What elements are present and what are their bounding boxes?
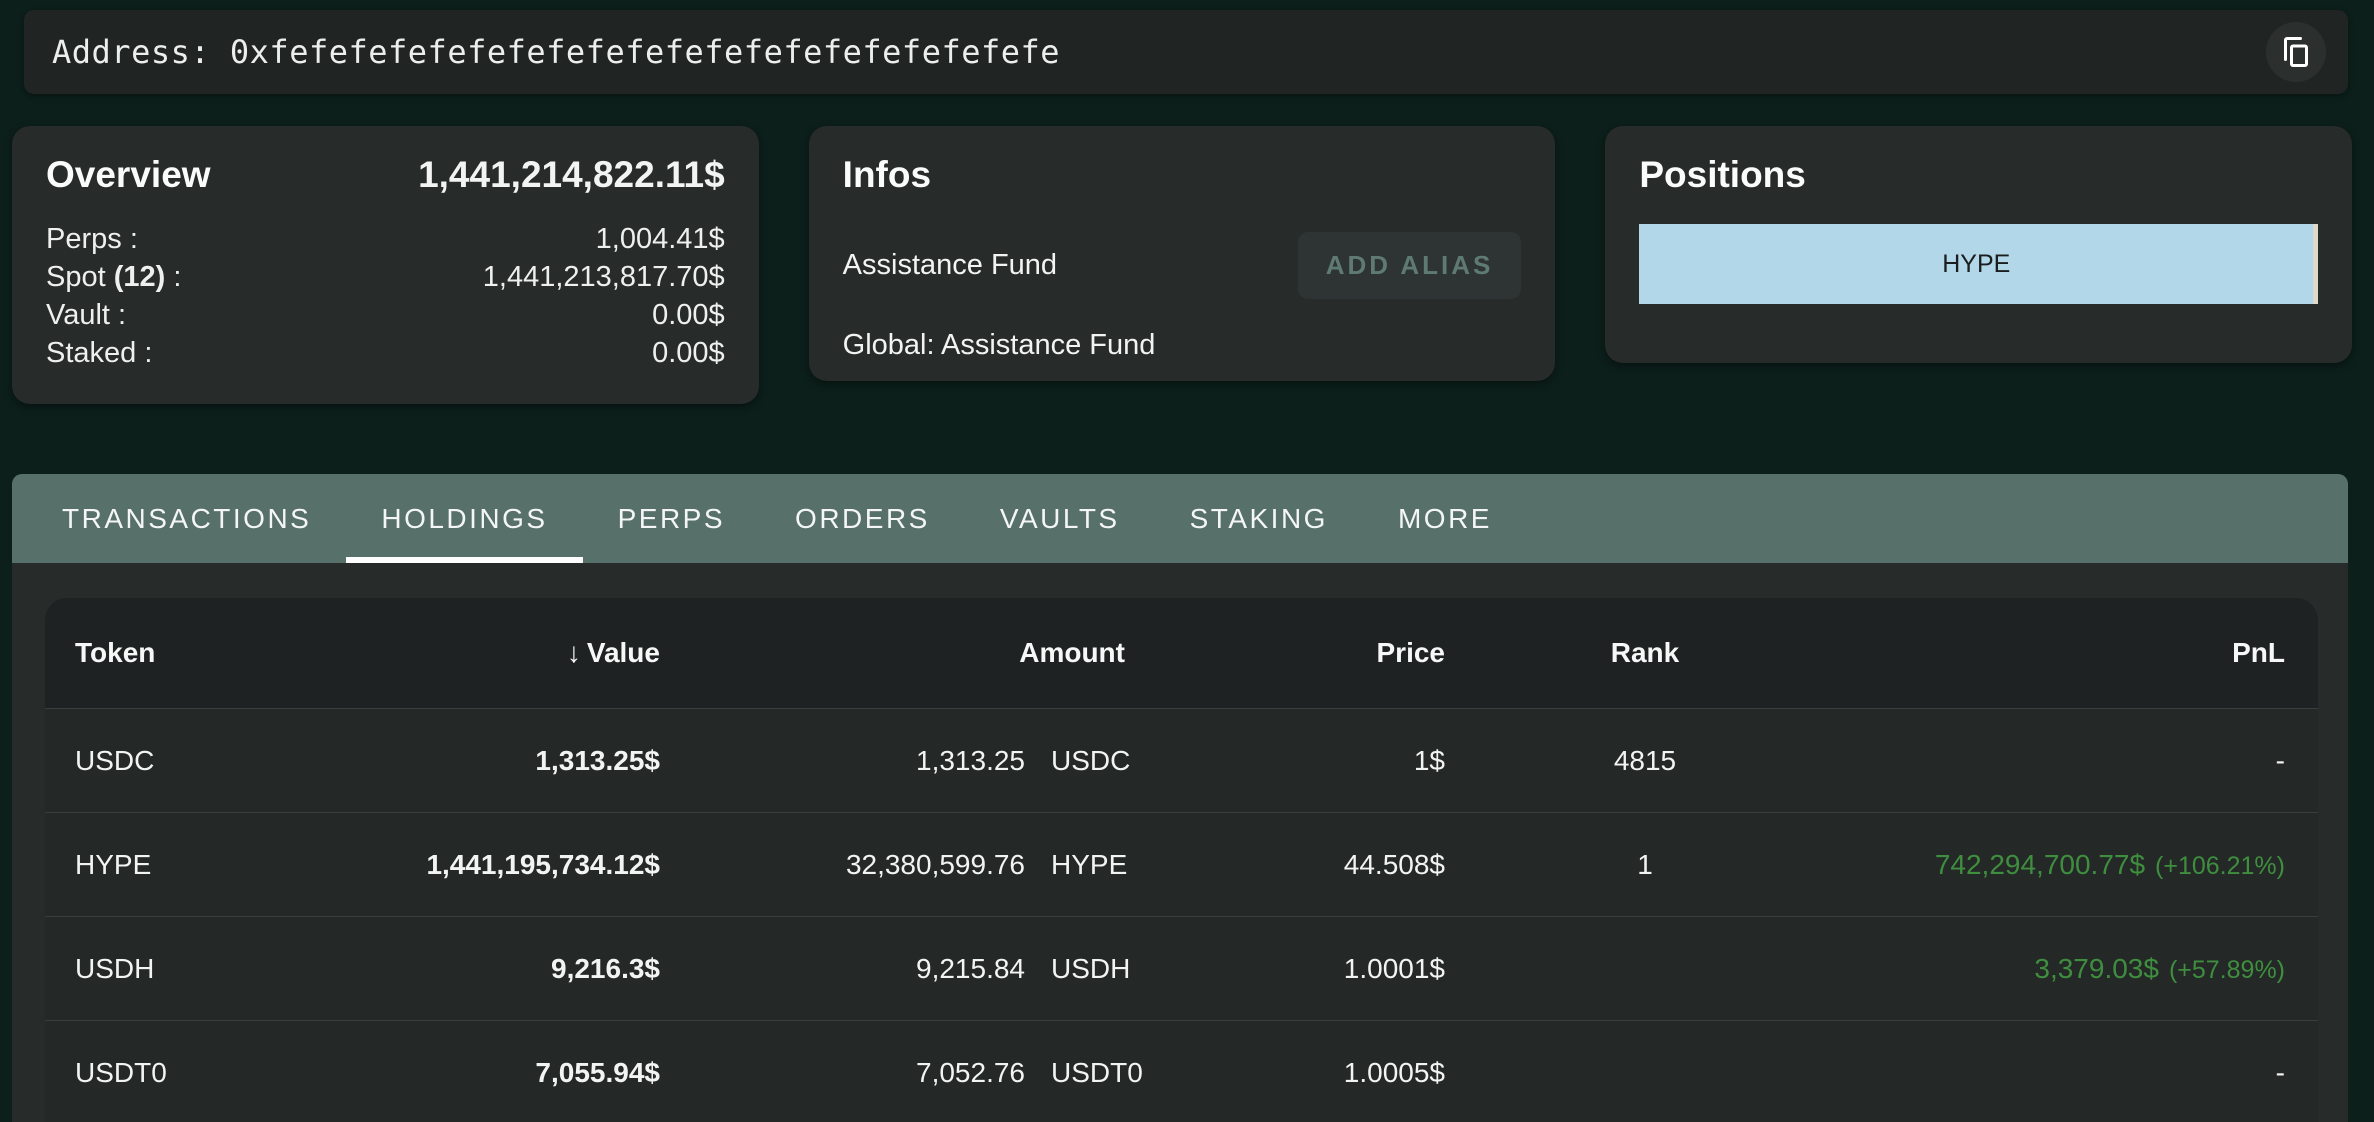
overview-spot-value: 1,441,213,817.70$ (483, 258, 725, 296)
summary-cards: Overview 1,441,214,822.11$ Perps : 1,004… (12, 126, 2352, 404)
overview-row-spot: Spot (12) : 1,441,213,817.70$ (46, 258, 725, 296)
infos-card: Infos Assistance Fund ADD ALIAS Global: … (809, 126, 1556, 381)
sort-desc-icon: ↓ (567, 637, 581, 668)
overview-perps-value: 1,004.41$ (596, 220, 725, 258)
header-price[interactable]: Price (1201, 637, 1445, 669)
cell-amount: 9,215.84 (660, 953, 1025, 985)
holdings-table: Token ↓Value Amount Price Rank PnL USDC … (45, 598, 2318, 1122)
overview-vault-value: 0.00$ (652, 296, 725, 334)
cell-token: HYPE (45, 849, 325, 881)
cell-pnl: - (1845, 1057, 2318, 1089)
overview-title: Overview (46, 154, 211, 196)
cell-value: 7,055.94$ (325, 1057, 660, 1089)
table-row-usdc[interactable]: USDC 1,313.25$ 1,313.25 USDC 1$ 4815 - (45, 708, 2318, 812)
positions-card: Positions HYPE (1605, 126, 2352, 363)
cell-token: USDT0 (45, 1057, 325, 1089)
overview-row-vault: Vault : 0.00$ (46, 296, 725, 334)
header-rank[interactable]: Rank (1445, 637, 1845, 669)
overview-card: Overview 1,441,214,822.11$ Perps : 1,004… (12, 126, 759, 404)
cell-price: 44.508$ (1201, 849, 1445, 881)
tab-perps[interactable]: PERPS (583, 474, 760, 563)
holdings-table-header: Token ↓Value Amount Price Rank PnL (45, 598, 2318, 708)
cell-amount: 7,052.76 (660, 1057, 1025, 1089)
table-row-usdt0[interactable]: USDT0 7,055.94$ 7,052.76 USDT0 1.0005$ - (45, 1020, 2318, 1122)
cell-amount: 32,380,599.76 (660, 849, 1025, 881)
holdings-panel: Token ↓Value Amount Price Rank PnL USDC … (12, 563, 2348, 1122)
header-value[interactable]: ↓Value (325, 637, 660, 669)
positions-title: Positions (1639, 154, 2318, 196)
overview-total-value: 1,441,214,822.11$ (418, 154, 725, 196)
cell-pnl: 3,379.03$(+57.89%) (1845, 953, 2318, 985)
cell-symbol: HYPE (1025, 849, 1201, 881)
cell-symbol: USDC (1025, 745, 1201, 777)
tab-bar: TRANSACTIONS HOLDINGS PERPS ORDERS VAULT… (12, 474, 2348, 563)
address-bar: Address: 0xfefefefefefefefefefefefefefef… (24, 10, 2348, 94)
tab-transactions[interactable]: TRANSACTIONS (27, 474, 346, 563)
add-alias-button[interactable]: ADD ALIAS (1298, 232, 1522, 299)
positions-distribution-bar: HYPE (1639, 224, 2318, 304)
copy-icon (2278, 34, 2314, 70)
positions-segment-hype[interactable]: HYPE (1639, 224, 2313, 304)
cell-token: USDC (45, 745, 325, 777)
copy-address-button[interactable] (2266, 22, 2326, 82)
cell-price: 1$ (1201, 745, 1445, 777)
cell-value: 1,313.25$ (325, 745, 660, 777)
cell-rank: 1 (1445, 849, 1845, 881)
header-amount[interactable]: Amount (660, 637, 1201, 669)
address-label: Address: (52, 33, 230, 71)
header-pnl[interactable]: PnL (1845, 637, 2318, 669)
tab-vaults[interactable]: VAULTS (965, 474, 1155, 563)
cell-amount: 1,313.25 (660, 745, 1025, 777)
cell-value: 9,216.3$ (325, 953, 660, 985)
account-alias: Assistance Fund (843, 249, 1057, 282)
cell-price: 1.0005$ (1201, 1057, 1445, 1089)
tab-orders[interactable]: ORDERS (760, 474, 965, 563)
positions-segment-other[interactable] (2313, 224, 2318, 304)
infos-title: Infos (843, 154, 1522, 196)
table-row-hype[interactable]: HYPE 1,441,195,734.12$ 32,380,599.76 HYP… (45, 812, 2318, 916)
cell-token: USDH (45, 953, 325, 985)
table-row-usdh[interactable]: USDH 9,216.3$ 9,215.84 USDH 1.0001$ 3,37… (45, 916, 2318, 1020)
overview-staked-value: 0.00$ (652, 334, 725, 372)
positions-segment-label: HYPE (1942, 250, 2010, 279)
address-text: Address: 0xfefefefefefefefefefefefefefef… (52, 33, 1060, 71)
cell-rank: 4815 (1445, 745, 1845, 777)
global-alias: Global: Assistance Fund (843, 329, 1522, 362)
cell-value: 1,441,195,734.12$ (325, 849, 660, 881)
cell-pnl: - (1845, 745, 2318, 777)
cell-symbol: USDH (1025, 953, 1201, 985)
cell-symbol: USDT0 (1025, 1057, 1201, 1089)
overview-row-staked: Staked : 0.00$ (46, 334, 725, 372)
tab-holdings[interactable]: HOLDINGS (346, 474, 582, 563)
address-value: 0xfefefefefefefefefefefefefefefefefefefe… (230, 33, 1060, 71)
cell-price: 1.0001$ (1201, 953, 1445, 985)
tab-staking[interactable]: STAKING (1155, 474, 1363, 563)
header-token[interactable]: Token (45, 637, 325, 669)
tab-more[interactable]: MORE (1363, 474, 1527, 563)
overview-rows: Perps : 1,004.41$ Spot (12) : 1,441,213,… (46, 220, 725, 372)
overview-row-perps: Perps : 1,004.41$ (46, 220, 725, 258)
cell-pnl: 742,294,700.77$(+106.21%) (1845, 849, 2318, 881)
